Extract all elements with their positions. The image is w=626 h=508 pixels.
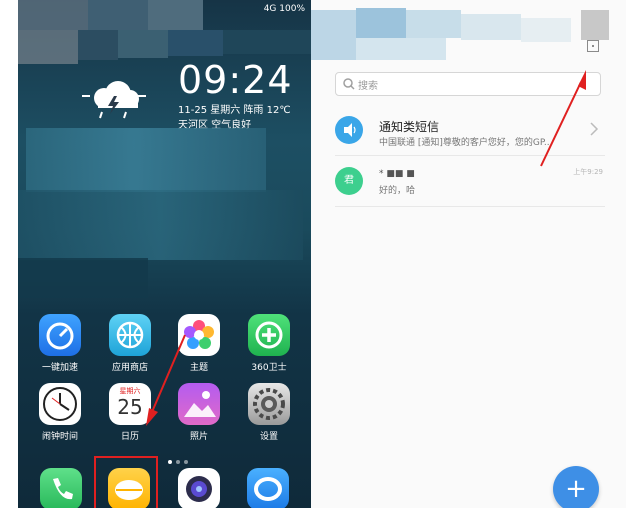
annotation-arrows (146, 70, 586, 426)
